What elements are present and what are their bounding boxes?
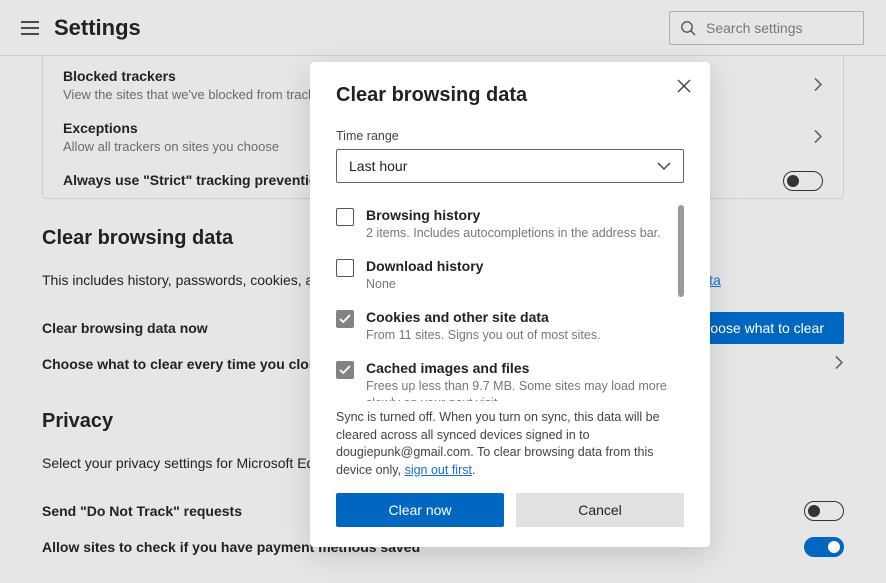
search-settings-field[interactable]	[669, 11, 864, 45]
dnt-toggle[interactable]	[804, 501, 844, 521]
list-item-download-history: Download history None	[336, 254, 684, 305]
clear-items-list: Browsing history 2 items. Includes autoc…	[336, 203, 684, 401]
check-icon	[339, 365, 351, 375]
clear-now-button[interactable]: Clear now	[336, 493, 504, 527]
dnt-label: Send "Do Not Track" requests	[42, 503, 242, 519]
clear-every-time-label: Choose what to clear every time you clos…	[42, 356, 324, 372]
hamburger-menu-button[interactable]	[16, 14, 44, 42]
item-title: Cached images and files	[366, 360, 668, 376]
item-title: Download history	[366, 258, 483, 274]
clear-now-label: Clear browsing data now	[42, 320, 208, 336]
close-icon	[677, 79, 691, 93]
check-icon	[339, 314, 351, 324]
chevron-down-icon	[657, 158, 671, 174]
search-icon	[680, 20, 696, 36]
time-range-select[interactable]: Last hour	[336, 149, 684, 183]
item-title: Browsing history	[366, 207, 661, 223]
sync-note: Sync is turned off. When you turn on syn…	[336, 409, 684, 479]
chevron-right-icon	[813, 130, 823, 147]
checkbox-download-history[interactable]	[336, 259, 354, 277]
chevron-right-icon	[834, 356, 844, 373]
list-item-browsing-history: Browsing history 2 items. Includes autoc…	[336, 203, 684, 254]
time-range-value: Last hour	[349, 158, 407, 174]
checkbox-cookies[interactable]	[336, 310, 354, 328]
hamburger-icon	[21, 21, 39, 35]
checkbox-browsing-history[interactable]	[336, 208, 354, 226]
sign-out-first-link[interactable]: sign out first	[405, 463, 472, 477]
payments-toggle[interactable]	[804, 537, 844, 557]
dialog-actions: Clear now Cancel	[336, 493, 684, 527]
checkbox-cached[interactable]	[336, 361, 354, 379]
cancel-button[interactable]: Cancel	[516, 493, 684, 527]
page-title: Settings	[54, 15, 141, 41]
clear-subtitle-text: This includes history, passwords, cookie…	[42, 272, 321, 288]
sync-note-text: Sync is turned off. When you turn on syn…	[336, 410, 660, 477]
clear-browsing-data-dialog: Clear browsing data Time range Last hour…	[310, 62, 710, 547]
strict-tracking-toggle[interactable]	[783, 171, 823, 191]
chevron-right-icon	[813, 78, 823, 95]
dialog-title: Clear browsing data	[336, 84, 684, 107]
settings-header: Settings	[0, 0, 886, 56]
search-input[interactable]	[706, 20, 853, 36]
item-subtitle: From 11 sites. Signs you out of most sit…	[366, 327, 601, 344]
dialog-close-button[interactable]	[672, 74, 696, 98]
sync-note-post: .	[472, 463, 475, 477]
list-item-cookies: Cookies and other site data From 11 site…	[336, 305, 684, 356]
item-subtitle: None	[366, 276, 483, 293]
list-scrollbar-thumb[interactable]	[678, 205, 684, 297]
item-subtitle: Frees up less than 9.7 MB. Some sites ma…	[366, 378, 668, 401]
list-item-cached: Cached images and files Frees up less th…	[336, 356, 684, 401]
time-range-label: Time range	[336, 129, 684, 143]
item-subtitle: 2 items. Includes autocompletions in the…	[366, 225, 661, 242]
item-title: Cookies and other site data	[366, 309, 601, 325]
